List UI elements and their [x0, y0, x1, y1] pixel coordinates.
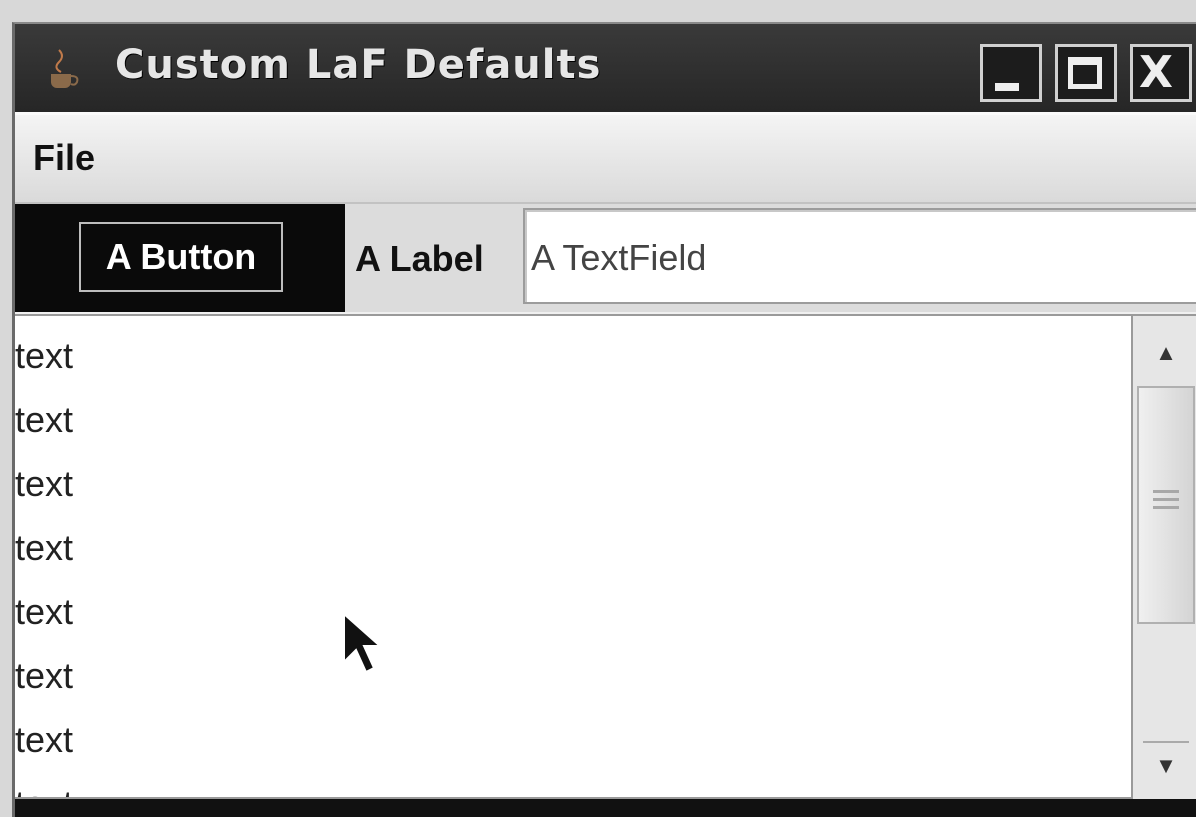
text-list[interactable]: text text text text text text text text: [15, 314, 1133, 799]
component-row: A Button A Label A TextField: [15, 204, 1196, 312]
vertical-scrollbar[interactable]: ▲ ▼: [1133, 314, 1196, 799]
grip-line: [1153, 498, 1179, 501]
maximize-icon: [1068, 57, 1102, 89]
button-panel: A Button: [15, 204, 345, 312]
scrollbar-thumb[interactable]: [1137, 386, 1195, 624]
list-item[interactable]: text: [15, 772, 73, 797]
list-item[interactable]: text: [15, 388, 73, 452]
list-item[interactable]: text: [15, 452, 73, 516]
java-cup-icon: [51, 49, 79, 88]
maximize-button[interactable]: [1055, 44, 1117, 102]
a-textfield[interactable]: A TextField: [523, 208, 1196, 304]
close-icon: X: [1139, 47, 1173, 98]
scroll-up-arrow-icon[interactable]: ▲: [1143, 330, 1189, 376]
list-item[interactable]: text: [15, 324, 73, 388]
a-label: A Label: [355, 238, 484, 279]
menu-file[interactable]: File: [33, 137, 95, 179]
list-item[interactable]: text: [15, 516, 73, 580]
window-title: Custom LaF Defaults: [115, 42, 602, 88]
list-item[interactable]: text: [15, 580, 73, 644]
close-button[interactable]: X: [1130, 44, 1192, 102]
title-bar[interactable]: Custom LaF Defaults X: [15, 24, 1196, 112]
application-window: Custom LaF Defaults X File A Button A La…: [12, 22, 1196, 817]
minimize-icon: [995, 83, 1019, 91]
minimize-button[interactable]: [980, 44, 1042, 102]
menu-bar: File: [15, 112, 1196, 204]
grip-line: [1153, 506, 1179, 509]
grip-line: [1153, 490, 1179, 493]
list-item[interactable]: text: [15, 644, 73, 708]
list-item[interactable]: text: [15, 708, 73, 772]
mouse-pointer-icon: [343, 612, 383, 674]
window-bottom-edge: [15, 799, 1196, 817]
a-button[interactable]: A Button: [79, 222, 283, 292]
scroll-down-arrow-icon[interactable]: ▼: [1143, 741, 1189, 789]
